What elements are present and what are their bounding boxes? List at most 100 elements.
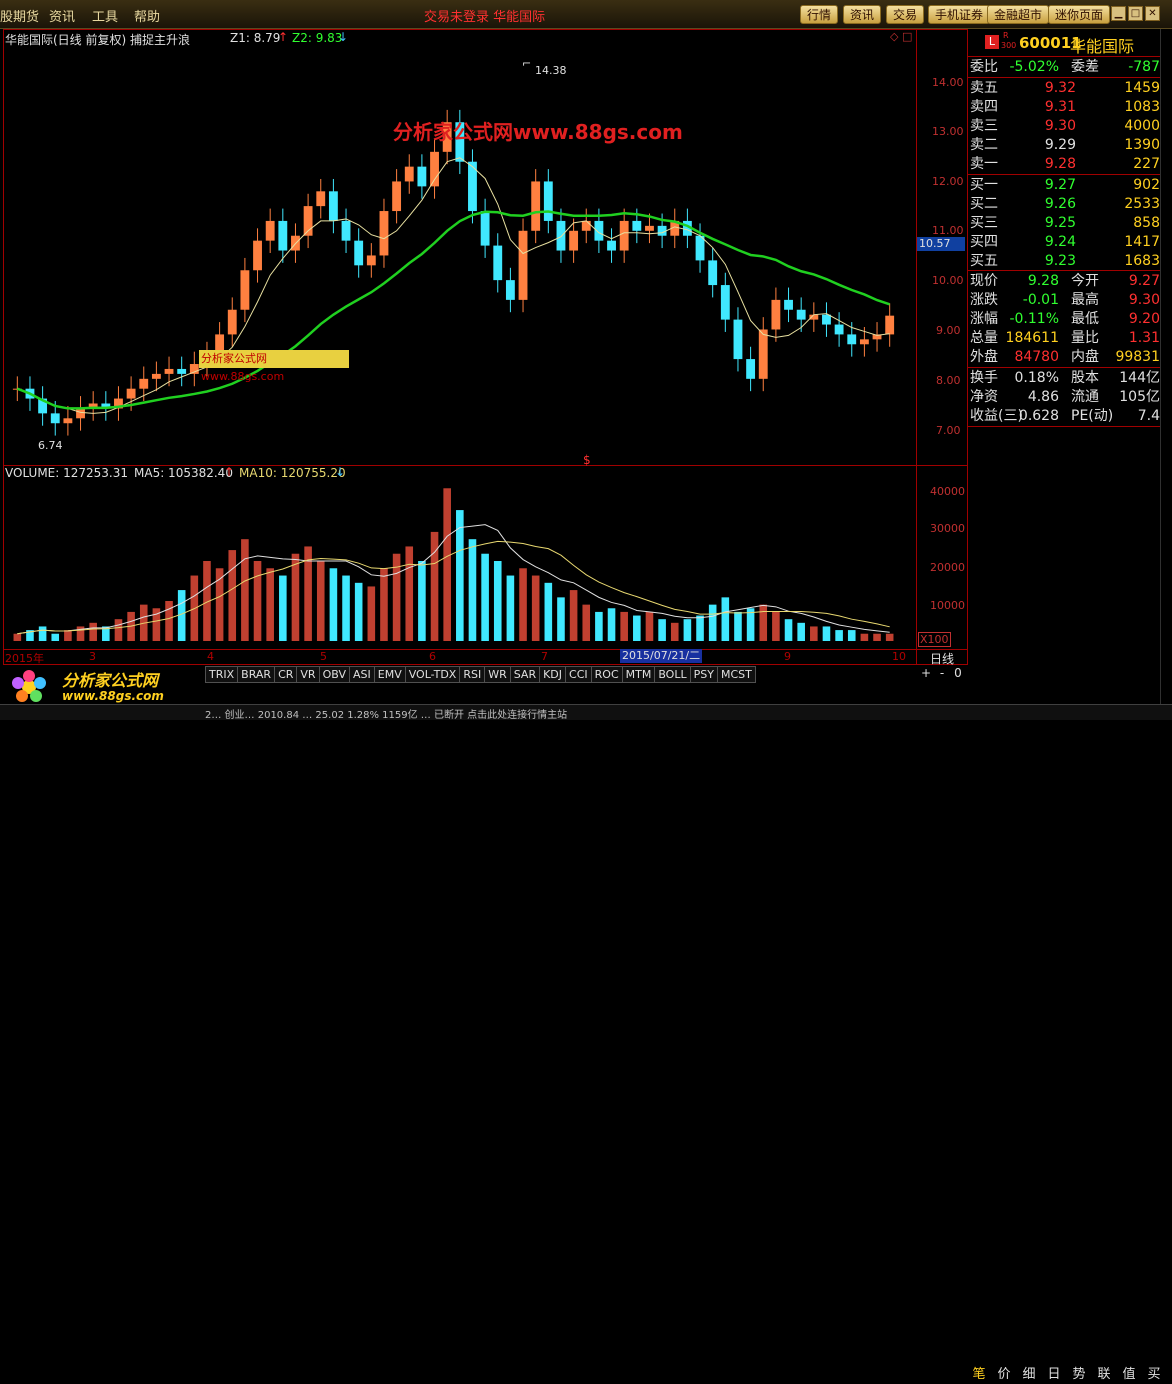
close-icon[interactable]: ✕	[1145, 6, 1160, 21]
volume-bar	[228, 550, 237, 641]
tab-ticks[interactable]: 笔	[968, 1366, 990, 1384]
menu-help[interactable]: 帮助	[134, 6, 160, 25]
month-label: 6	[429, 650, 436, 663]
tab-sar[interactable]: SAR	[509, 666, 541, 683]
zoom-in-button[interactable]: +	[918, 666, 934, 680]
volume-bar	[38, 626, 47, 641]
book-row[interactable]: 买三 9.25 858	[970, 214, 1160, 233]
book-row[interactable]: 卖一 9.28 227	[970, 155, 1160, 174]
stat-label: 股本	[1071, 370, 1099, 386]
tab-vol-tdx[interactable]: VOL-TDX	[404, 666, 461, 683]
panel-scrollbar[interactable]	[1160, 29, 1161, 704]
trade-button[interactable]: 交易	[886, 5, 925, 24]
finance-market-button[interactable]: 金融超市	[987, 5, 1050, 24]
book-row[interactable]: 买二 9.26 2533	[970, 195, 1160, 214]
candle-body	[392, 181, 402, 212]
up-arrow-icon: ↑	[224, 465, 235, 479]
volume-bar	[291, 553, 300, 641]
candle-body	[63, 418, 73, 424]
volume-bar	[531, 575, 540, 641]
volume-bar	[885, 633, 894, 641]
tab-mtm[interactable]: MTM	[621, 666, 656, 683]
tab-value[interactable]: 值	[1118, 1366, 1140, 1384]
mobile-button[interactable]: 手机证券	[928, 5, 991, 24]
book-volume: 1417	[1124, 234, 1160, 250]
menu-tools[interactable]: 工具	[92, 6, 118, 25]
minimize-icon[interactable]: ▁	[1111, 6, 1126, 21]
candle-body	[543, 181, 553, 221]
book-row[interactable]: 卖五 9.32 1459	[970, 79, 1160, 98]
tab-brar[interactable]: BRAR	[237, 666, 276, 683]
price-tick: 11.00	[932, 224, 964, 237]
tab-rsi[interactable]: RSI	[459, 666, 486, 683]
menu-futures[interactable]: 股期货	[0, 6, 39, 25]
candle-body	[796, 309, 806, 320]
tab-psy[interactable]: PSY	[689, 666, 718, 683]
maximize-icon[interactable]: □	[1128, 6, 1143, 21]
tab-obv[interactable]: OBV	[318, 666, 350, 683]
mini-page-button[interactable]: 迷你页面	[1048, 5, 1111, 24]
quotes-button[interactable]: 行情	[800, 5, 839, 24]
tab-buy[interactable]: 买	[1143, 1366, 1165, 1384]
menu-bar: 股期货 资讯 工具 帮助 交易未登录 华能国际 行情 资讯 交易 手机证券 金融…	[0, 0, 1172, 29]
tab-roc[interactable]: ROC	[590, 666, 623, 683]
zoom-reset-button[interactable]: 0	[950, 666, 966, 680]
candle-body	[480, 211, 490, 246]
tab-emv[interactable]: EMV	[373, 666, 406, 683]
book-label: 卖一	[970, 156, 998, 172]
candle-body	[619, 220, 629, 251]
watermark: 分析家公式网www.88gs.com	[393, 120, 683, 144]
candle-body	[126, 388, 136, 399]
book-row[interactable]: 买五 9.23 1683	[970, 252, 1160, 271]
low-label: 6.74	[38, 439, 63, 452]
tab-kdj[interactable]: KDJ	[539, 666, 567, 683]
candle-body	[265, 220, 275, 241]
menu-news[interactable]: 资讯	[49, 6, 75, 25]
book-price: 9.32	[1044, 80, 1076, 96]
candle-body	[556, 220, 566, 251]
weibi-row: 委比 -5.02% 委差 -787	[970, 58, 1160, 77]
candle-body	[581, 220, 591, 231]
tab-boll[interactable]: BOLL	[654, 666, 691, 683]
volume-bar	[418, 561, 426, 641]
tab-link[interactable]: 联	[1093, 1366, 1115, 1384]
candle-body	[758, 329, 768, 379]
tab-price[interactable]: 价	[993, 1366, 1015, 1384]
candle-body	[708, 260, 718, 286]
tab-detail[interactable]: 细	[1018, 1366, 1040, 1384]
volume-bar	[354, 582, 363, 641]
tab-mcst[interactable]: MCST	[716, 666, 756, 683]
volume-tick: 40000	[930, 485, 965, 498]
candle-body	[834, 324, 844, 335]
volume-bar	[468, 539, 477, 641]
candle-body	[164, 368, 174, 374]
book-row[interactable]: 卖二 9.29 1390	[970, 136, 1160, 155]
zoom-out-button[interactable]: -	[934, 666, 950, 680]
period-selector[interactable]: 日线	[930, 650, 954, 667]
candle-body	[177, 368, 187, 374]
book-row[interactable]: 卖三 9.30 4000	[970, 117, 1160, 136]
info-button[interactable]: 资讯	[843, 5, 882, 24]
book-row[interactable]: 卖四 9.31 1083	[970, 98, 1160, 117]
tab-asi[interactable]: ASI	[348, 666, 375, 683]
book-volume: 1083	[1124, 99, 1160, 115]
tab-cr[interactable]: CR	[274, 666, 298, 683]
book-row[interactable]: 买一 9.27 902	[970, 176, 1160, 195]
tab-cci[interactable]: CCI	[565, 666, 592, 683]
month-label: 7	[541, 650, 548, 663]
tab-trend[interactable]: 势	[1068, 1366, 1090, 1384]
tab-trix[interactable]: TRIX	[205, 666, 239, 683]
tab-wr[interactable]: WR	[484, 666, 511, 683]
candle-body	[430, 151, 439, 187]
tab-vr[interactable]: VR	[296, 666, 320, 683]
volume-bar	[443, 488, 451, 641]
stat-value: 99831	[1115, 349, 1160, 365]
stat-label: 总量	[970, 330, 998, 346]
book-price: 9.31	[1044, 99, 1076, 115]
tab-day[interactable]: 日	[1043, 1366, 1065, 1384]
candle-body	[505, 280, 515, 300]
stat-value: 0.628	[1018, 408, 1059, 424]
price-axis-divider	[916, 29, 917, 665]
stat-value: 9.28	[1027, 273, 1059, 289]
book-row[interactable]: 买四 9.24 1417	[970, 233, 1160, 252]
